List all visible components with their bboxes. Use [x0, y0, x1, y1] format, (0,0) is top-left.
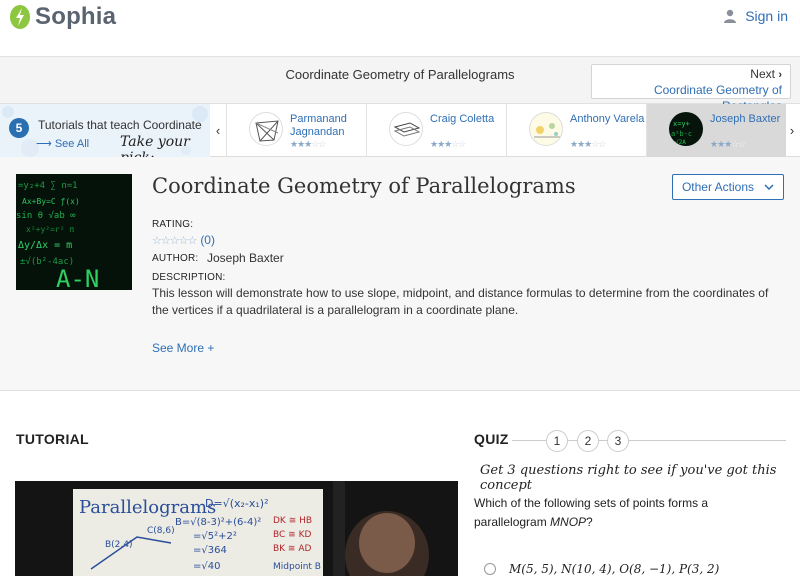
tutorial-strip-intro: 5 Tutorials that teach Coordinate ⟶ See …: [0, 104, 210, 157]
user-icon: [724, 9, 737, 23]
quiz-step-3[interactable]: 3: [607, 430, 629, 452]
svg-text:A-N: A-N: [56, 265, 99, 290]
svg-text:BC ≅ KD: BC ≅ KD: [273, 530, 311, 540]
svg-text:=y₂+4 ∑ n=1: =y₂+4 ∑ n=1: [18, 181, 78, 191]
rating-stars: ★★★☆☆: [710, 139, 746, 149]
radio-button[interactable]: [484, 563, 496, 575]
teacher-name: Joseph Baxter: [710, 113, 781, 125]
tutorial-strip-text: Tutorials that teach Coordinate: [38, 118, 202, 132]
sign-in-button[interactable]: Sign in: [723, 8, 788, 24]
svg-text:C(8,6): C(8,6): [147, 526, 175, 536]
rating-stars: ★★★☆☆: [290, 139, 326, 149]
whiteboard-heading: Parallelograms: [79, 497, 216, 518]
tutorial-strip: 5 Tutorials that teach Coordinate ⟶ See …: [0, 104, 800, 157]
next-lesson-button[interactable]: Next › Coordinate Geometry of Rectangles: [591, 64, 791, 113]
author-name: Joseph Baxter: [207, 251, 284, 265]
svg-text:√2A: √2A: [675, 139, 686, 146]
quiz-section-title: QUIZ: [474, 431, 509, 447]
tutorial-section-title: TUTORIAL: [16, 431, 89, 447]
rating-stars: ★★★☆☆: [570, 139, 606, 149]
svg-text:a²b-c: a²b-c: [671, 130, 692, 138]
teacher-thumbnail: [529, 112, 563, 146]
arrow-right-icon: ⟶: [36, 138, 52, 150]
tutorial-count-badge: 5: [9, 118, 29, 138]
strip-prev-arrow[interactable]: ‹: [210, 104, 226, 157]
quiz-step-1[interactable]: 1: [546, 430, 568, 452]
description-label: DESCRIPTION:: [152, 272, 226, 283]
lesson-nav-bar: Coordinate Geometry of Parallelograms Ne…: [0, 57, 800, 113]
sophia-logo[interactable]: Sophia: [9, 3, 116, 31]
tutorial-card[interactable]: Parmanand Jagnandan ★★★☆☆: [226, 104, 366, 157]
svg-text:x=y+: x=y+: [673, 120, 690, 128]
lesson-description: This lesson will demonstrate how to use …: [152, 286, 769, 317]
svg-text:B=√(8-3)²+(6-4)²: B=√(8-3)²+(6-4)²: [175, 517, 261, 528]
quiz-question: Which of the following sets of points fo…: [474, 496, 709, 529]
lesson-title: Coordinate Geometry of Parallelograms: [152, 174, 576, 198]
author-label: AUTHOR:: [152, 253, 199, 264]
svg-text:=√364: =√364: [193, 545, 227, 556]
other-actions-label: Other Actions: [681, 180, 755, 194]
quiz-answer-option[interactable]: M(5, 5), N(10, 4), O(8, −1), P(3, 2): [484, 562, 719, 576]
svg-text:x²+y²=r² π: x²+y²=r² π: [26, 225, 74, 234]
see-more-link[interactable]: See More +: [152, 341, 214, 355]
next-label: Next ›: [750, 67, 782, 82]
tutorial-card[interactable]: Anthony Varela ★★★☆☆: [506, 104, 646, 157]
rating-label: RATING:: [152, 219, 194, 230]
chevron-down-icon: [764, 184, 774, 190]
take-your-pick-label: Take your pick:: [120, 134, 190, 157]
rating-count: (0): [200, 233, 215, 247]
strip-next-arrow[interactable]: ›: [784, 104, 800, 157]
svg-text:=√5²+2²: =√5²+2²: [193, 531, 237, 542]
lesson-header: =y₂+4 ∑ n=1 Ax+By=C ƒ(x) sin θ √ab ∞ x²+…: [0, 157, 800, 391]
teacher-name: Parmanand Jagnandan: [290, 113, 347, 138]
teacher-name: Anthony Varela: [570, 113, 645, 125]
quiz-hint: Get 3 questions right to see if you've g…: [480, 463, 777, 493]
svg-text:Ax+By=C ƒ(x): Ax+By=C ƒ(x): [22, 197, 80, 206]
svg-text:=√40: =√40: [193, 561, 220, 572]
tutorial-video-player[interactable]: Parallelograms D=√(x₂-x₁)² B=√(8-3)²+(6-…: [15, 481, 458, 576]
chevron-right-icon: ›: [778, 69, 782, 81]
svg-text:B(2,4): B(2,4): [105, 540, 133, 550]
tutorial-card[interactable]: Craig Coletta ★★★☆☆: [366, 104, 506, 157]
lesson-thumbnail: =y₂+4 ∑ n=1 Ax+By=C ƒ(x) sin θ √ab ∞ x²+…: [16, 174, 132, 290]
empty-stars-icon: ☆☆☆☆☆: [152, 234, 197, 247]
quiz-step-2[interactable]: 2: [577, 430, 599, 452]
answer-option-text: M(5, 5), N(10, 4), O(8, −1), P(3, 2): [509, 562, 720, 576]
svg-text:Δy/Δx = m: Δy/Δx = m: [18, 240, 72, 251]
logo-text: Sophia: [35, 3, 117, 30]
sign-in-label: Sign in: [745, 8, 788, 24]
svg-text:D=√(x₂-x₁)²: D=√(x₂-x₁)²: [205, 497, 269, 510]
lesson-rating[interactable]: ☆☆☆☆☆ (0): [152, 233, 215, 247]
top-header: Sophia Sign in: [0, 0, 800, 57]
teacher-name: Craig Coletta: [430, 113, 495, 125]
teacher-thumbnail: x=y+ a²b-c √2A: [669, 112, 703, 146]
svg-text:BK ≅ AD: BK ≅ AD: [273, 544, 311, 554]
tutorial-card-selected[interactable]: x=y+ a²b-c √2A Joseph Baxter ★★★☆☆: [646, 104, 786, 157]
other-actions-dropdown[interactable]: Other Actions: [672, 174, 784, 200]
chevron-left-icon: ‹: [215, 123, 221, 138]
see-all-link[interactable]: ⟶ See All: [36, 137, 89, 150]
sophia-logo-icon: [10, 5, 30, 29]
teacher-thumbnail: [249, 112, 283, 146]
svg-text:Midpoint B: Midpoint B: [273, 562, 321, 572]
teacher-thumbnail: [389, 112, 423, 146]
svg-text:sin θ √ab ∞: sin θ √ab ∞: [16, 210, 76, 221]
svg-text:DK ≅ HB: DK ≅ HB: [273, 516, 312, 526]
rating-stars: ★★★☆☆: [430, 139, 466, 149]
chevron-right-icon: ›: [789, 123, 795, 138]
question-variable: MNOP: [550, 515, 587, 529]
